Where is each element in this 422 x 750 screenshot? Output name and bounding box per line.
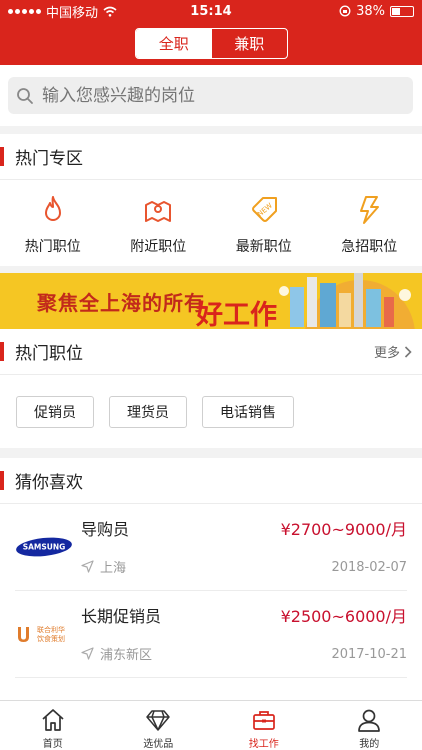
job-date: 2018-02-07 bbox=[331, 560, 407, 575]
carrier-label: 中国移动 bbox=[46, 5, 99, 21]
job-date: 2017-10-21 bbox=[331, 647, 407, 662]
chevron-right-icon bbox=[404, 345, 412, 358]
hot-item-nearby-jobs[interactable]: 附近职位 bbox=[106, 194, 212, 256]
user-icon bbox=[358, 709, 381, 732]
hot-item-label: 急招职位 bbox=[341, 239, 398, 255]
hot-item-urgent-jobs[interactable]: 急招职位 bbox=[317, 194, 422, 256]
recommend-title: 猜你喜欢 bbox=[15, 473, 83, 493]
battery-percent: 38% bbox=[356, 3, 385, 19]
hot-zone-grid: 热门职位 附近职位 NEW 最新职位 急招职位 bbox=[0, 180, 422, 256]
hot-item-label: 最新职位 bbox=[235, 239, 292, 255]
recommend-section: 猜你喜欢 SAMSUNG 导购员 ¥2700~9000/月 上海 2018-02… bbox=[0, 458, 422, 700]
job-title: 导购员 bbox=[81, 520, 130, 539]
job-tag[interactable]: 电话销售 bbox=[202, 396, 294, 428]
recommend-header: 猜你喜欢 bbox=[0, 458, 422, 504]
location-arrow-icon bbox=[81, 647, 94, 660]
hot-item-label: 热门职位 bbox=[24, 239, 81, 255]
location-arrow-icon bbox=[81, 560, 94, 573]
header: 全职 兼职 bbox=[0, 22, 422, 65]
job-location-text: 浦东新区 bbox=[100, 648, 153, 663]
job-location-text: 上海 bbox=[100, 561, 127, 576]
hot-jobs-header: 热门职位 更多 bbox=[0, 329, 422, 375]
job-type-toggle: 全职 兼职 bbox=[135, 28, 288, 59]
more-label: 更多 bbox=[373, 346, 400, 361]
flame-icon bbox=[44, 196, 61, 221]
search-bar[interactable] bbox=[8, 77, 413, 114]
signal-icon bbox=[8, 8, 41, 14]
unilever-logo: 联合利华 饮食策划 bbox=[18, 625, 65, 643]
orientation-lock-icon bbox=[339, 5, 351, 17]
job-salary: ¥2500~6000/月 bbox=[280, 607, 407, 626]
hot-item-latest-jobs[interactable]: NEW 最新职位 bbox=[211, 194, 317, 256]
svg-text:联合利华: 联合利华 bbox=[37, 625, 65, 634]
job-tag[interactable]: 促销员 bbox=[16, 396, 94, 428]
tab-find-job[interactable]: 找工作 bbox=[211, 701, 317, 750]
wifi-icon bbox=[103, 6, 117, 17]
banner-highlight: 好工作 bbox=[196, 300, 277, 329]
search-area bbox=[0, 65, 422, 126]
logo-text: SAMSUNG bbox=[23, 543, 66, 552]
new-tag-icon: NEW bbox=[251, 197, 277, 222]
job-list-item[interactable]: 联合利华 饮食策划 长期促销员 ¥2500~6000/月 浦东新区 2017-1… bbox=[15, 591, 407, 678]
tab-label: 我的 bbox=[359, 739, 380, 750]
hot-zone-section: 热门专区 热门职位 附近职位 NEW 最新职位 急招职位 bbox=[0, 126, 422, 266]
diamond-icon bbox=[146, 710, 170, 731]
hot-item-hot-jobs[interactable]: 热门职位 bbox=[0, 194, 106, 256]
bottom-tab-bar: 首页 选优品 找工作 我的 bbox=[0, 700, 422, 750]
hot-jobs-title: 热门职位 bbox=[15, 344, 83, 364]
job-tag[interactable]: 理货员 bbox=[109, 396, 187, 428]
samsung-logo: SAMSUNG bbox=[16, 537, 72, 557]
map-pin-icon bbox=[145, 201, 172, 222]
search-input[interactable] bbox=[42, 85, 382, 106]
promo-banner[interactable]: 聚焦全上海的所有 好工作 bbox=[0, 273, 422, 329]
hot-zone-header: 热门专区 bbox=[0, 134, 422, 180]
hot-item-label: 附近职位 bbox=[130, 239, 187, 255]
hot-jobs-section: 热门职位 更多 促销员 理货员 电话销售 bbox=[0, 329, 422, 448]
job-salary: ¥2700~9000/月 bbox=[280, 520, 407, 539]
tab-label: 首页 bbox=[42, 739, 63, 750]
tab-mine[interactable]: 我的 bbox=[317, 701, 422, 750]
banner-headline: 聚焦全上海的所有 bbox=[37, 291, 205, 315]
lightning-icon bbox=[360, 196, 380, 224]
tab-products[interactable]: 选优品 bbox=[106, 701, 212, 750]
status-bar: 中国移动 15:14 38% bbox=[0, 0, 422, 22]
job-tag-list: 促销员 理货员 电话销售 bbox=[0, 375, 422, 428]
job-title: 长期促销员 bbox=[81, 607, 162, 626]
tab-label: 找工作 bbox=[248, 739, 279, 750]
svg-text:饮食策划: 饮食策划 bbox=[37, 634, 65, 643]
more-link[interactable]: 更多 bbox=[374, 342, 412, 361]
search-icon bbox=[17, 87, 33, 104]
hot-zone-title: 热门专区 bbox=[15, 149, 83, 169]
tab-part-time[interactable]: 兼职 bbox=[212, 29, 288, 58]
tab-home[interactable]: 首页 bbox=[0, 701, 106, 750]
job-list-item[interactable]: SAMSUNG 导购员 ¥2700~9000/月 上海 2018-02-07 bbox=[15, 504, 407, 591]
briefcase-icon bbox=[252, 711, 275, 730]
battery-icon bbox=[390, 5, 414, 17]
tab-full-time[interactable]: 全职 bbox=[136, 29, 212, 58]
job-location: 上海 bbox=[81, 557, 126, 576]
home-icon bbox=[42, 709, 64, 731]
clock: 15:14 bbox=[190, 3, 232, 19]
tab-label: 选优品 bbox=[143, 739, 174, 750]
job-location: 浦东新区 bbox=[81, 644, 152, 663]
